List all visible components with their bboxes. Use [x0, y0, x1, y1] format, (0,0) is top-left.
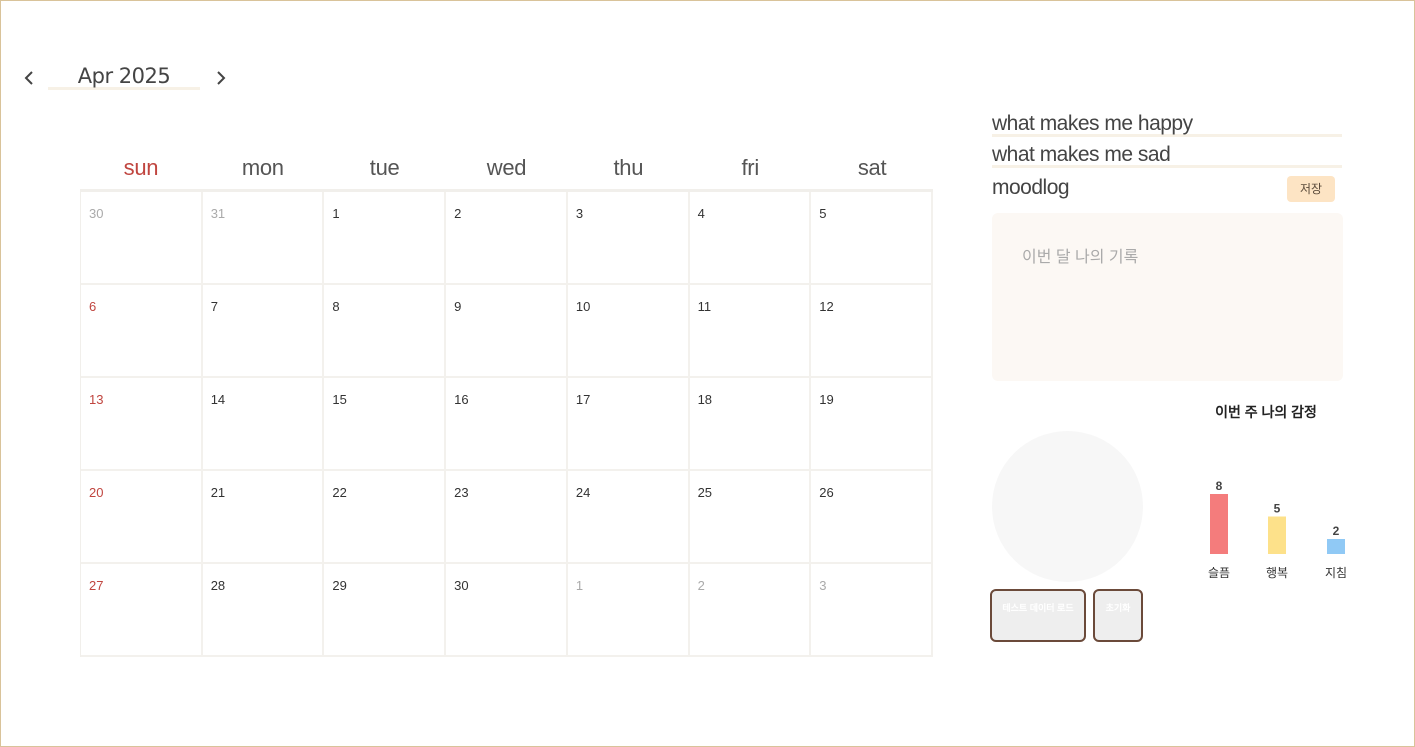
month-title: Apr 2025	[48, 62, 200, 90]
calendar-grid: 30 31 1 2 3 4 5 6 7 8 9 10 11 12 13 14 15 16 17 18 19 20 21 22 2…	[80, 191, 933, 657]
day-cell[interactable]: 12	[811, 285, 933, 378]
day-cell[interactable]: 20	[81, 471, 203, 564]
day-cell[interactable]: 2	[689, 564, 812, 657]
day-cell[interactable]: 25	[689, 471, 812, 564]
save-button[interactable]: 저장	[1287, 176, 1335, 202]
day-cell[interactable]: 4	[689, 192, 812, 285]
day-cell[interactable]: 29	[324, 564, 447, 657]
day-cell[interactable]: 11	[689, 285, 812, 378]
weekday-wed: wed	[486, 155, 527, 180]
day-cell[interactable]: 3	[567, 192, 690, 285]
day-cell[interactable]: 3	[811, 564, 933, 657]
month-navigation: Apr 2025	[20, 62, 240, 94]
day-cell[interactable]: 23	[446, 471, 568, 564]
day-cell[interactable]: 24	[567, 471, 690, 564]
bar-2	[1327, 539, 1345, 554]
weekday-tue: tue	[369, 155, 400, 180]
bar-0	[1210, 494, 1228, 554]
bar-value-label: 2	[1333, 524, 1340, 538]
day-cell[interactable]: 16	[446, 378, 568, 471]
chevron-left-icon[interactable]	[20, 66, 40, 90]
day-cell[interactable]: 10	[567, 285, 690, 378]
day-cell[interactable]: 1	[324, 192, 447, 285]
sad-field[interactable]: what makes me sad	[992, 144, 1342, 168]
bar-1	[1268, 516, 1286, 554]
category-label: 슬픔	[1208, 566, 1230, 580]
day-cell[interactable]: 7	[202, 285, 325, 378]
day-cell[interactable]: 30	[81, 192, 203, 285]
emotion-chart-title: 이번 주 나의 감정	[1215, 404, 1317, 420]
day-cell[interactable]: 18	[689, 378, 812, 471]
calendar: sun mon tue wed thu fri sat 30 31 1 2 3 4 5 6 7 8 9 10 11 1…	[80, 150, 933, 657]
day-cell[interactable]: 31	[202, 192, 325, 285]
day-cell[interactable]: 26	[811, 471, 933, 564]
day-cell[interactable]: 5	[811, 192, 933, 285]
day-cell[interactable]: 21	[202, 471, 325, 564]
happy-field[interactable]: what makes me happy	[992, 113, 1342, 137]
weekday-fri: fri	[741, 155, 759, 180]
day-cell[interactable]: 22	[324, 471, 447, 564]
day-cell[interactable]: 9	[446, 285, 568, 378]
day-cell[interactable]: 30	[446, 564, 568, 657]
day-cell[interactable]: 28	[202, 564, 325, 657]
chevron-right-icon[interactable]	[210, 66, 230, 90]
day-cell[interactable]: 13	[81, 378, 203, 471]
load-test-data-button[interactable]: 테스트 데이터 로드	[990, 589, 1086, 642]
bar-value-label: 5	[1274, 502, 1281, 516]
day-cell[interactable]: 17	[567, 378, 690, 471]
weekday-sat: sat	[857, 155, 887, 180]
day-cell[interactable]: 15	[324, 378, 447, 471]
day-cell[interactable]: 2	[446, 192, 568, 285]
moodlog-label: moodlog	[992, 176, 1070, 199]
bar-value-label: 8	[1216, 479, 1223, 493]
day-cell[interactable]: 8	[324, 285, 447, 378]
category-label: 지침	[1325, 566, 1347, 580]
day-cell[interactable]: 14	[202, 378, 325, 471]
day-cell[interactable]: 27	[81, 564, 203, 657]
day-cell[interactable]: 19	[811, 378, 933, 471]
memo-textarea[interactable]: 이번 달 나의 기록	[992, 213, 1343, 381]
day-cell[interactable]: 1	[567, 564, 690, 657]
weekday-mon: mon	[241, 155, 284, 180]
category-label: 행복	[1266, 565, 1288, 580]
weekday-sun: sun	[123, 155, 159, 180]
reset-button[interactable]: 초기화	[1093, 589, 1143, 642]
emotion-bar-chart: 8 슬픔 5 행복 2 지침	[1190, 470, 1360, 590]
weekday-thu: thu	[613, 155, 644, 180]
pie-chart	[992, 431, 1143, 582]
weekday-header: sun mon tue wed thu fri sat	[80, 150, 933, 191]
day-cell[interactable]: 6	[81, 285, 203, 378]
